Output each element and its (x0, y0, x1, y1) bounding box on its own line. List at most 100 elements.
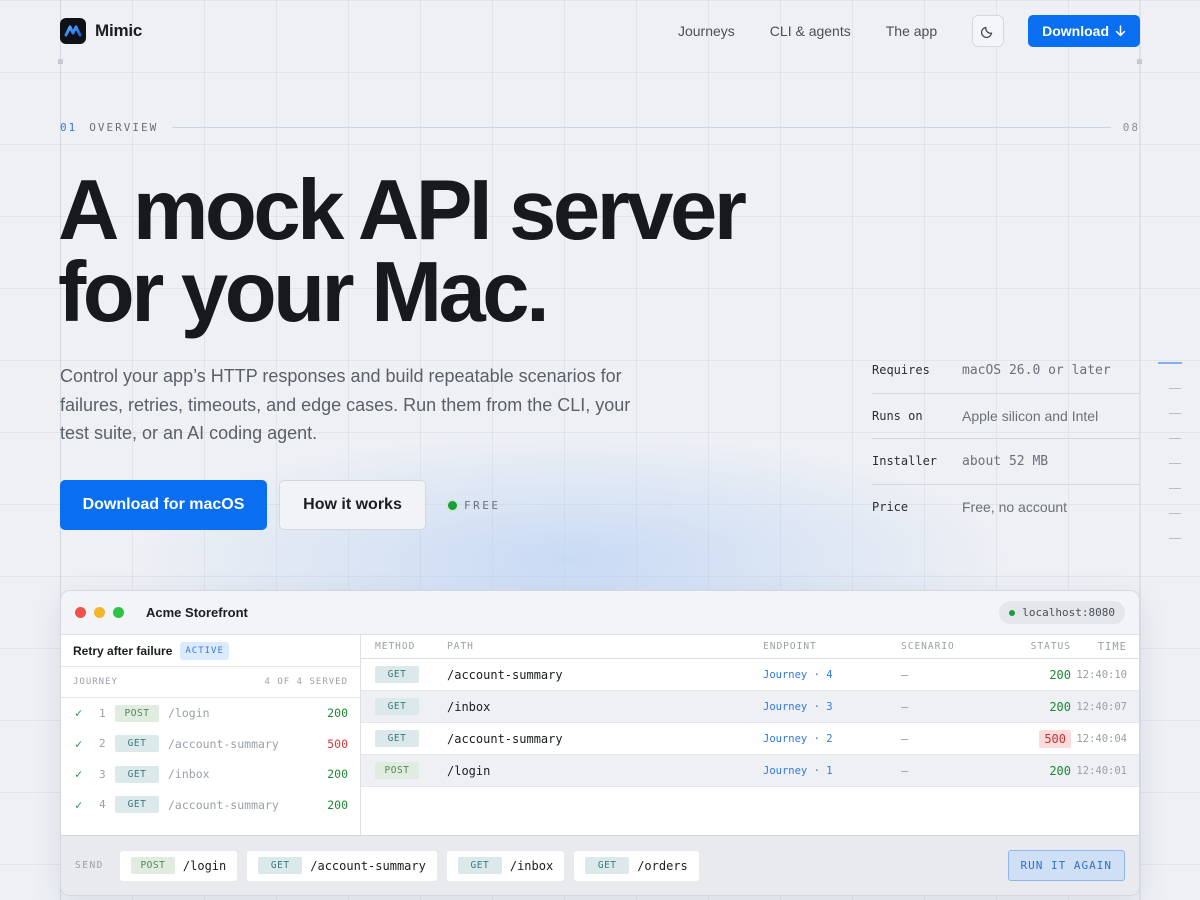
request-log: METHOD PATH ENDPOINT SCENARIO STATUS TIM… (361, 635, 1139, 835)
nav-link-cli-agents[interactable]: CLI & agents (770, 23, 851, 39)
free-badge-label: FREE (464, 498, 501, 512)
send-request-chip[interactable]: GET /inbox (446, 850, 565, 881)
rail-marker[interactable] (1169, 538, 1181, 539)
hero-title-line-1: A mock API server (58, 163, 747, 258)
frame-corner (58, 59, 63, 64)
cell-status-wrap: 500 (983, 729, 1071, 748)
cell-scenario: — (901, 763, 909, 778)
cell-endpoint[interactable]: Journey · 1 (763, 765, 901, 777)
journey-step[interactable]: ✓ 4 GET /account-summary 200 (61, 790, 360, 821)
host-status-pill: localhost:8080 (999, 601, 1125, 624)
rail-marker[interactable] (1169, 413, 1181, 414)
section-divider (172, 127, 1111, 128)
step-number: 4 (99, 798, 106, 812)
journey-step[interactable]: ✓ 1 POST /login 200 (61, 698, 360, 729)
spec-value: Apple silicon and Intel (962, 407, 1099, 424)
rail-marker-active[interactable] (1158, 362, 1182, 364)
step-number: 3 (99, 767, 106, 781)
column-header-scenario[interactable]: SCENARIO (901, 641, 983, 652)
minimize-window-button[interactable] (94, 607, 105, 618)
cell-method: GET (361, 666, 447, 683)
journey-served-count: 4 OF 4 SERVED (264, 677, 348, 687)
cell-status: 200 (1049, 763, 1071, 778)
method-badge: POST (130, 857, 175, 874)
hero-title-line-2: for your Mac. (58, 245, 550, 340)
column-header-status[interactable]: STATUS (983, 641, 1071, 652)
nav-link-the-app[interactable]: The app (886, 23, 937, 39)
column-header-path[interactable]: PATH (447, 641, 763, 652)
method-badge: GET (375, 698, 419, 715)
step-status: 500 (327, 736, 348, 751)
spec-table: Requires macOS 26.0 or later Runs on App… (872, 348, 1140, 530)
theme-toggle-button[interactable] (972, 15, 1005, 47)
spec-row: Runs on Apple silicon and Intel (872, 394, 1140, 439)
section-rail (1158, 362, 1182, 563)
nav-download-button[interactable]: Download (1028, 15, 1140, 47)
cell-endpoint[interactable]: Journey · 4 (763, 669, 901, 681)
frame-corner (1137, 59, 1142, 64)
nav-links: Journeys CLI & agents The app Download (643, 15, 1140, 47)
cell-method: POST (361, 762, 447, 779)
brand-logo[interactable]: Mimic (60, 18, 142, 44)
cell-time: 12:40:04 (1076, 732, 1127, 745)
cell-status: 200 (1049, 667, 1071, 682)
send-request-chip[interactable]: GET /account-summary (247, 850, 437, 881)
table-row[interactable]: GET /account-summary Journey · 4 — 200 1… (361, 659, 1139, 691)
top-nav: Mimic Journeys CLI & agents The app Down… (60, 15, 1140, 47)
table-row[interactable]: GET /account-summary Journey · 2 — 500 1… (361, 723, 1139, 755)
step-path: /account-summary (168, 797, 279, 812)
rail-marker[interactable] (1169, 463, 1181, 464)
rail-marker[interactable] (1169, 388, 1181, 389)
cell-path: /inbox (447, 699, 491, 714)
column-header-time[interactable]: TIME (1071, 641, 1139, 653)
nav-link-journeys[interactable]: Journeys (678, 23, 735, 39)
zoom-window-button[interactable] (113, 607, 124, 618)
method-badge: GET (375, 666, 419, 683)
section-number: 01 (60, 121, 78, 134)
close-window-button[interactable] (75, 607, 86, 618)
send-bar: SEND POST /login GET /account-summary GE… (61, 835, 1139, 895)
table-row[interactable]: POST /login Journey · 1 — 200 12:40:01 (361, 755, 1139, 787)
chip-path: /login (182, 858, 227, 873)
step-number: 1 (99, 706, 106, 720)
app-window: Acme Storefront localhost:8080 Retry aft… (60, 590, 1140, 896)
cell-endpoint[interactable]: Journey · 2 (763, 733, 901, 745)
method-badge: GET (585, 857, 630, 874)
journey-step[interactable]: ✓ 3 GET /inbox 200 (61, 759, 360, 790)
cell-status: 500 (1039, 729, 1071, 748)
journey-label: JOURNEY (73, 677, 118, 687)
spec-row: Installer about 52 MB (872, 439, 1140, 485)
send-request-chip[interactable]: GET /orders (574, 850, 699, 881)
spec-value: about 52 MB (962, 453, 1049, 469)
window-title: Acme Storefront (146, 605, 248, 620)
spec-key: Installer (872, 454, 938, 469)
column-header-endpoint[interactable]: ENDPOINT (763, 641, 901, 652)
chip-path: /inbox (509, 858, 554, 873)
journey-step[interactable]: ✓ 2 GET /account-summary 500 (61, 729, 360, 760)
cell-status: 200 (1049, 699, 1071, 714)
spec-row: Price Free, no account (872, 485, 1140, 531)
cell-endpoint[interactable]: Journey · 3 (763, 701, 901, 713)
spec-key: Price (872, 500, 909, 515)
cell-path: /login (447, 763, 491, 778)
download-macos-button[interactable]: Download for macOS (60, 480, 267, 530)
moon-icon (981, 26, 993, 38)
column-header-method[interactable]: METHOD (361, 641, 447, 652)
cell-path: /account-summary (447, 667, 563, 682)
section-label: OVERVIEW (89, 121, 159, 134)
method-badge: GET (115, 796, 159, 814)
request-log-header: METHOD PATH ENDPOINT SCENARIO STATUS TIM… (361, 635, 1139, 659)
rail-marker[interactable] (1169, 513, 1181, 514)
spec-row: Requires macOS 26.0 or later (872, 348, 1140, 394)
how-it-works-button[interactable]: How it works (279, 480, 426, 530)
cell-method: GET (361, 698, 447, 715)
rail-marker[interactable] (1169, 438, 1181, 439)
send-request-chip[interactable]: POST /login (119, 850, 238, 881)
journey-header: Retry after failure ACTIVE (61, 635, 360, 667)
run-it-again-button[interactable]: RUN IT AGAIN (1007, 850, 1125, 881)
step-status: 200 (327, 797, 348, 812)
table-row[interactable]: GET /inbox Journey · 3 — 200 12:40:07 (361, 691, 1139, 723)
rail-marker[interactable] (1169, 488, 1181, 489)
cell-scenario: — (901, 699, 909, 714)
step-path: /account-summary (168, 736, 279, 751)
